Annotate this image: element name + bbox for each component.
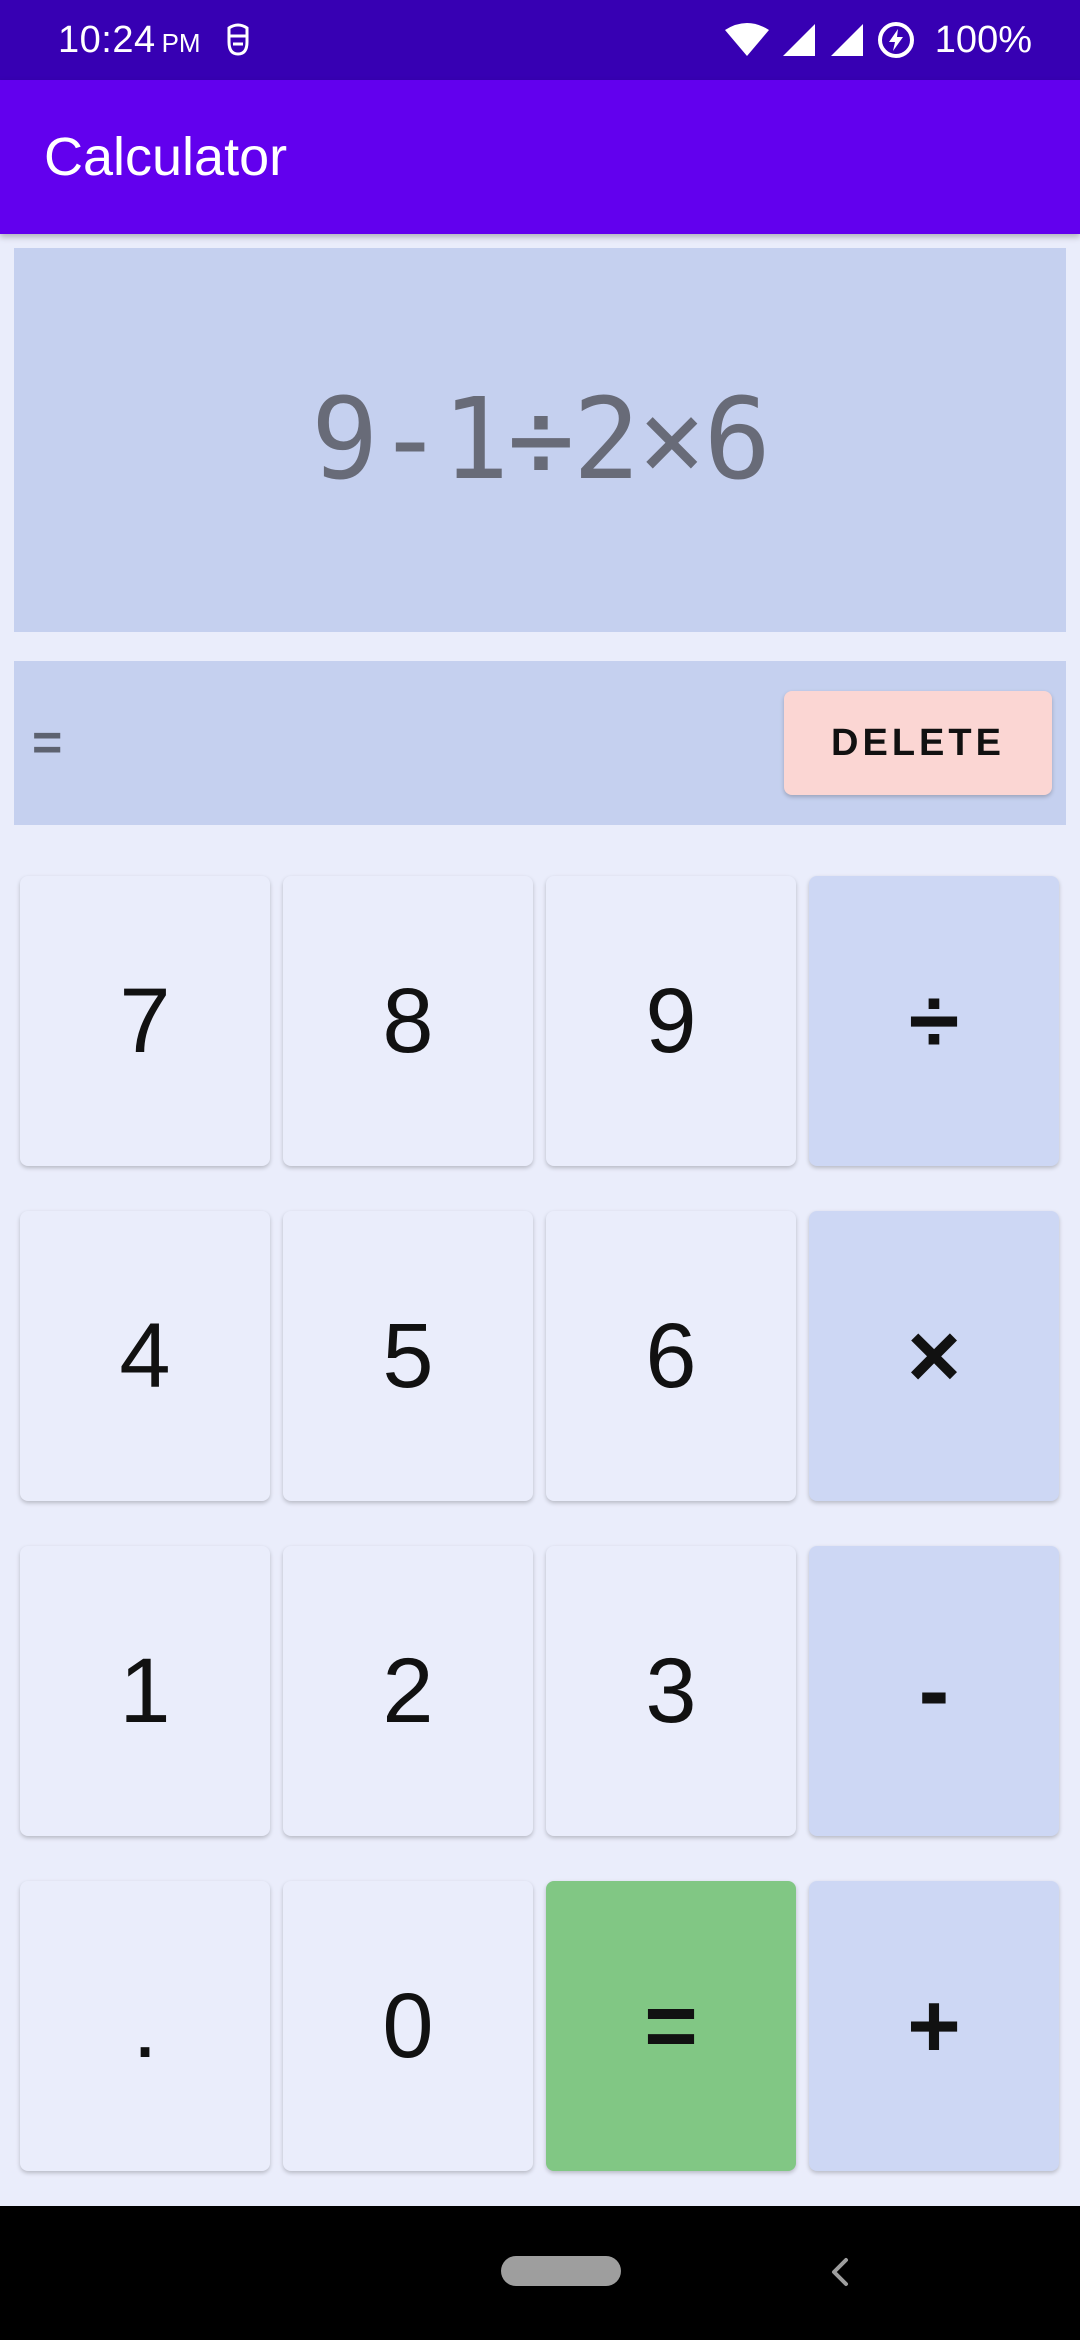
result-display: = DELETE: [14, 661, 1066, 825]
navigation-bar: [0, 2206, 1080, 2340]
key-subtract[interactable]: -: [809, 1546, 1059, 1836]
back-icon[interactable]: [820, 2250, 860, 2294]
status-ampm: PM: [161, 27, 201, 58]
key-5[interactable]: 5: [283, 1211, 533, 1501]
expression-text: 9-1÷2×6: [310, 375, 771, 505]
key-1[interactable]: 1: [20, 1546, 270, 1836]
expression-display: 9-1÷2×6: [14, 248, 1066, 632]
battery-percentage: 100%: [934, 18, 1032, 61]
status-time: 10:24: [58, 18, 156, 61]
key-divide[interactable]: ÷: [809, 876, 1059, 1166]
key-equals[interactable]: =: [546, 1881, 796, 2171]
key-9[interactable]: 9: [546, 876, 796, 1166]
key-6[interactable]: 6: [546, 1211, 796, 1501]
key-0[interactable]: 0: [283, 1881, 533, 2171]
key-decimal[interactable]: .: [20, 1881, 270, 2171]
key-2[interactable]: 2: [283, 1546, 533, 1836]
delete-button[interactable]: DELETE: [784, 691, 1052, 795]
result-text: =: [32, 714, 63, 772]
app-title: Calculator: [44, 127, 288, 187]
key-8[interactable]: 8: [283, 876, 533, 1166]
home-pill-icon[interactable]: [501, 2256, 621, 2286]
status-right: 100%: [724, 18, 1032, 62]
notification-icon: [227, 23, 249, 56]
key-3[interactable]: 3: [546, 1546, 796, 1836]
battery-saver-icon: [877, 22, 914, 58]
status-bar: 10:24 PM 100%: [0, 0, 1080, 80]
key-7[interactable]: 7: [20, 876, 270, 1166]
status-left: 10:24 PM: [58, 19, 253, 62]
wifi-icon: [724, 23, 769, 56]
key-4[interactable]: 4: [20, 1211, 270, 1501]
app-bar: Calculator: [0, 80, 1080, 234]
signal-icon: [782, 24, 815, 56]
signal-icon: [830, 24, 863, 56]
key-add[interactable]: +: [809, 1881, 1059, 2171]
key-multiply[interactable]: ×: [809, 1211, 1059, 1501]
